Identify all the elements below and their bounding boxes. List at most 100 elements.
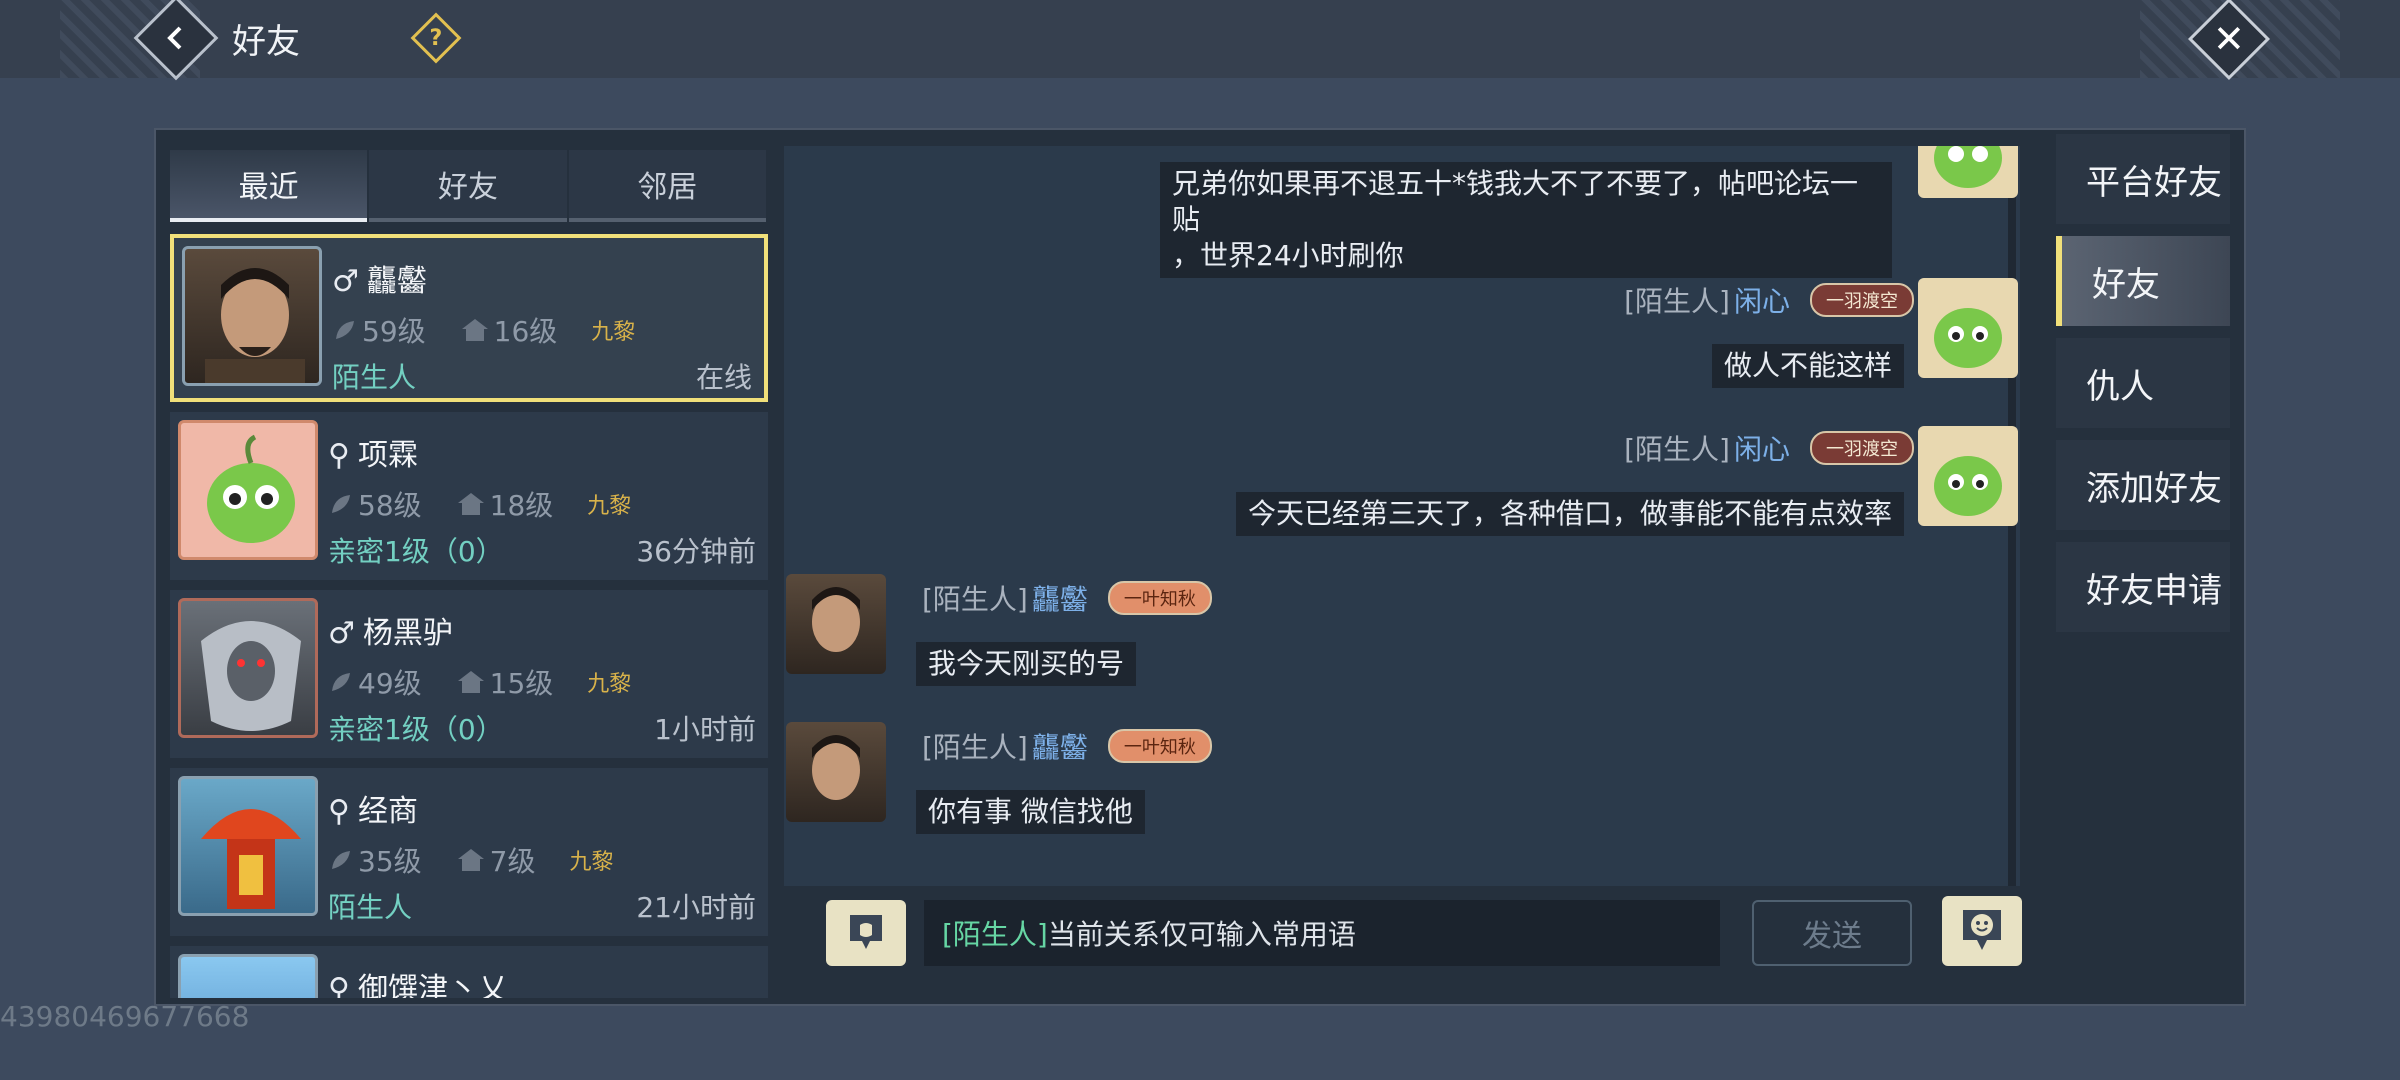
level-value: 49级 bbox=[358, 667, 422, 700]
friend-stats: 49级 15级 九黎 bbox=[328, 662, 631, 702]
server-name: 九黎 bbox=[591, 320, 636, 345]
online-status: 在线 bbox=[695, 361, 752, 394]
friend-item[interactable]: ⚲ 御馔津丶乂 bbox=[170, 946, 768, 998]
tab-friends[interactable]: 好友 bbox=[369, 150, 567, 222]
chat-avatar[interactable] bbox=[1918, 278, 2018, 378]
side-item-add-friend[interactable]: 添加好友 bbox=[2056, 440, 2230, 530]
sender-name[interactable]: 闲心 bbox=[1734, 428, 1790, 468]
sender-line: [陌生人] 龘齾 一叶知秋 bbox=[922, 726, 1212, 766]
relation-status: 陌生人 bbox=[328, 891, 413, 924]
house-level-value: 16级 bbox=[493, 315, 558, 348]
sender-name[interactable]: 闲心 bbox=[1734, 280, 1790, 320]
chat-avatar[interactable] bbox=[1918, 146, 2018, 198]
chat-message-bubble: 兄弟你如果再不退五十*钱我大不了不要了，帖吧论坛一贴 ，世界24小时刷你 bbox=[1160, 162, 1892, 278]
chat-input-bar: [陌生人] 当前关系仅可输入常用语 发送 bbox=[784, 888, 2022, 998]
sender-line: [陌生人] 闲心 一羽渡空 bbox=[1624, 280, 1914, 320]
friend-item[interactable]: ♂ 龘齾 59级 16级 九黎 陌生人 在线 bbox=[170, 234, 768, 402]
server-name: 九黎 bbox=[569, 850, 614, 875]
avatar bbox=[182, 246, 322, 386]
leaf-icon bbox=[332, 673, 350, 691]
level-value: 35级 bbox=[358, 845, 422, 878]
avatar bbox=[178, 776, 318, 916]
sender-tag: [陌生人] bbox=[922, 731, 1028, 764]
friend-name: ⚲ 项霖 bbox=[328, 430, 418, 474]
relation-status: 亲密1级（0） bbox=[328, 713, 504, 746]
chat-avatar[interactable] bbox=[786, 574, 886, 674]
house-level-stat: 18级 bbox=[456, 484, 553, 524]
friend-name-text: 经商 bbox=[357, 794, 418, 829]
microphone-icon bbox=[850, 915, 882, 949]
sender-tag: [陌生人] bbox=[1624, 285, 1730, 318]
last-online: 1小时前 bbox=[654, 713, 756, 746]
friend-name: ♂ 杨黑驴 bbox=[328, 608, 453, 652]
chat-avatar[interactable] bbox=[1918, 426, 2018, 526]
message-text: 做人不能这样 bbox=[1723, 349, 1892, 382]
side-item-friends[interactable]: 好友 bbox=[2056, 236, 2230, 326]
house-icon bbox=[457, 849, 484, 871]
message-text: 兄弟你如果再不退五十*钱我大不了不要了，帖吧论坛一贴 bbox=[1172, 167, 1859, 236]
gender-icon: ⚲ bbox=[328, 438, 350, 473]
message-text: ，世界24小时刷你 bbox=[1172, 239, 1404, 272]
friend-item[interactable]: ⚲ 经商 35级 7级 九黎 陌生人 21小时前 bbox=[170, 768, 768, 936]
close-icon: ✕ bbox=[2213, 17, 2245, 61]
chevron-left-icon bbox=[167, 26, 182, 50]
level-stat: 35级 bbox=[328, 840, 422, 880]
send-button[interactable]: 发送 bbox=[1752, 900, 1912, 966]
house-level-stat: 15级 bbox=[456, 662, 554, 702]
message-text: 你有事 微信找他 bbox=[928, 795, 1133, 828]
side-item-friend-requests[interactable]: 好友申请 bbox=[2056, 542, 2230, 632]
chat-area[interactable]: 兄弟你如果再不退五十*钱我大不了不要了，帖吧论坛一贴 ，世界24小时刷你 [陌生… bbox=[784, 146, 2020, 886]
sender-tag: [陌生人] bbox=[1624, 433, 1730, 466]
male-icon: ♂ bbox=[332, 264, 359, 299]
friend-stats: 59级 16级 九黎 bbox=[332, 310, 635, 350]
friend-name-text: 项霖 bbox=[357, 438, 418, 473]
friend-item[interactable]: ⚲ 项霖 58级 18级 九黎 亲密1级（0） 36分钟前 bbox=[170, 412, 768, 580]
male-icon: ♂ bbox=[328, 616, 355, 651]
question-icon: ? bbox=[429, 25, 443, 51]
avatar bbox=[178, 598, 318, 738]
message-text: 我今天刚买的号 bbox=[928, 647, 1125, 680]
level-stat: 59级 bbox=[332, 310, 426, 350]
house-icon bbox=[457, 493, 484, 515]
top-bar bbox=[0, 0, 2400, 78]
emoji-icon bbox=[1963, 910, 2001, 950]
server-name: 九黎 bbox=[587, 672, 632, 697]
message-text: 今天已经第三天了，各种借口，做事能不能有点效率 bbox=[1247, 497, 1892, 530]
house-level-value: 15级 bbox=[489, 667, 554, 700]
chat-avatar[interactable] bbox=[786, 722, 886, 822]
chat-message-bubble: 你有事 微信找他 bbox=[916, 790, 1145, 834]
input-placeholder: 当前关系仅可输入常用语 bbox=[1047, 918, 1356, 951]
user-id-watermark: 43980469677668 bbox=[0, 1000, 250, 1033]
chat-message-bubble: 今天已经第三天了，各种借口，做事能不能有点效率 bbox=[1235, 492, 1904, 536]
gender-icon: ⚲ bbox=[328, 972, 350, 998]
level-value: 59级 bbox=[362, 315, 426, 348]
chat-input[interactable]: [陌生人] 当前关系仅可输入常用语 bbox=[924, 900, 1720, 966]
side-item-enemies[interactable]: 仇人 bbox=[2056, 338, 2230, 428]
friend-item[interactable]: ♂ 杨黑驴 49级 15级 九黎 亲密1级（0） 1小时前 bbox=[170, 590, 768, 758]
leaf-icon bbox=[336, 321, 354, 339]
sender-line: [陌生人] 闲心 一羽渡空 bbox=[1624, 428, 1914, 468]
house-icon bbox=[457, 671, 484, 693]
avatar bbox=[178, 420, 318, 560]
side-item-platform-friends[interactable]: 平台好友 bbox=[2056, 134, 2230, 224]
voice-button[interactable] bbox=[826, 900, 906, 966]
last-online: 36分钟前 bbox=[636, 535, 756, 568]
side-menu: 平台好友 好友 仇人 添加好友 好友申请 bbox=[2056, 134, 2230, 644]
house-level-stat: 7级 bbox=[456, 840, 535, 880]
friend-name-text: 御馔津丶乂 bbox=[357, 972, 508, 998]
server-name: 九黎 bbox=[587, 494, 632, 519]
sender-name[interactable]: 龘齾 bbox=[1032, 578, 1088, 618]
friend-list: ♂ 龘齾 59级 16级 九黎 陌生人 在线 ⚲ 项霖 58级 18级 九黎 亲密1… bbox=[170, 234, 768, 998]
gender-icon: ⚲ bbox=[328, 794, 350, 829]
sender-tag: [陌生人] bbox=[922, 583, 1028, 616]
tab-recent[interactable]: 最近 bbox=[170, 150, 368, 222]
tab-neighbors[interactable]: 邻居 bbox=[568, 150, 766, 222]
sender-name[interactable]: 龘齾 bbox=[1032, 726, 1088, 766]
level-value: 58级 bbox=[358, 489, 422, 522]
title-badge: 一羽渡空 bbox=[1810, 283, 1914, 317]
friend-name-text: 龘齾 bbox=[366, 264, 427, 299]
emoji-button[interactable] bbox=[1942, 896, 2022, 966]
leaf-icon bbox=[332, 495, 350, 513]
sender-line: [陌生人] 龘齾 一叶知秋 bbox=[922, 578, 1212, 618]
page-title: 好友 bbox=[232, 22, 300, 62]
